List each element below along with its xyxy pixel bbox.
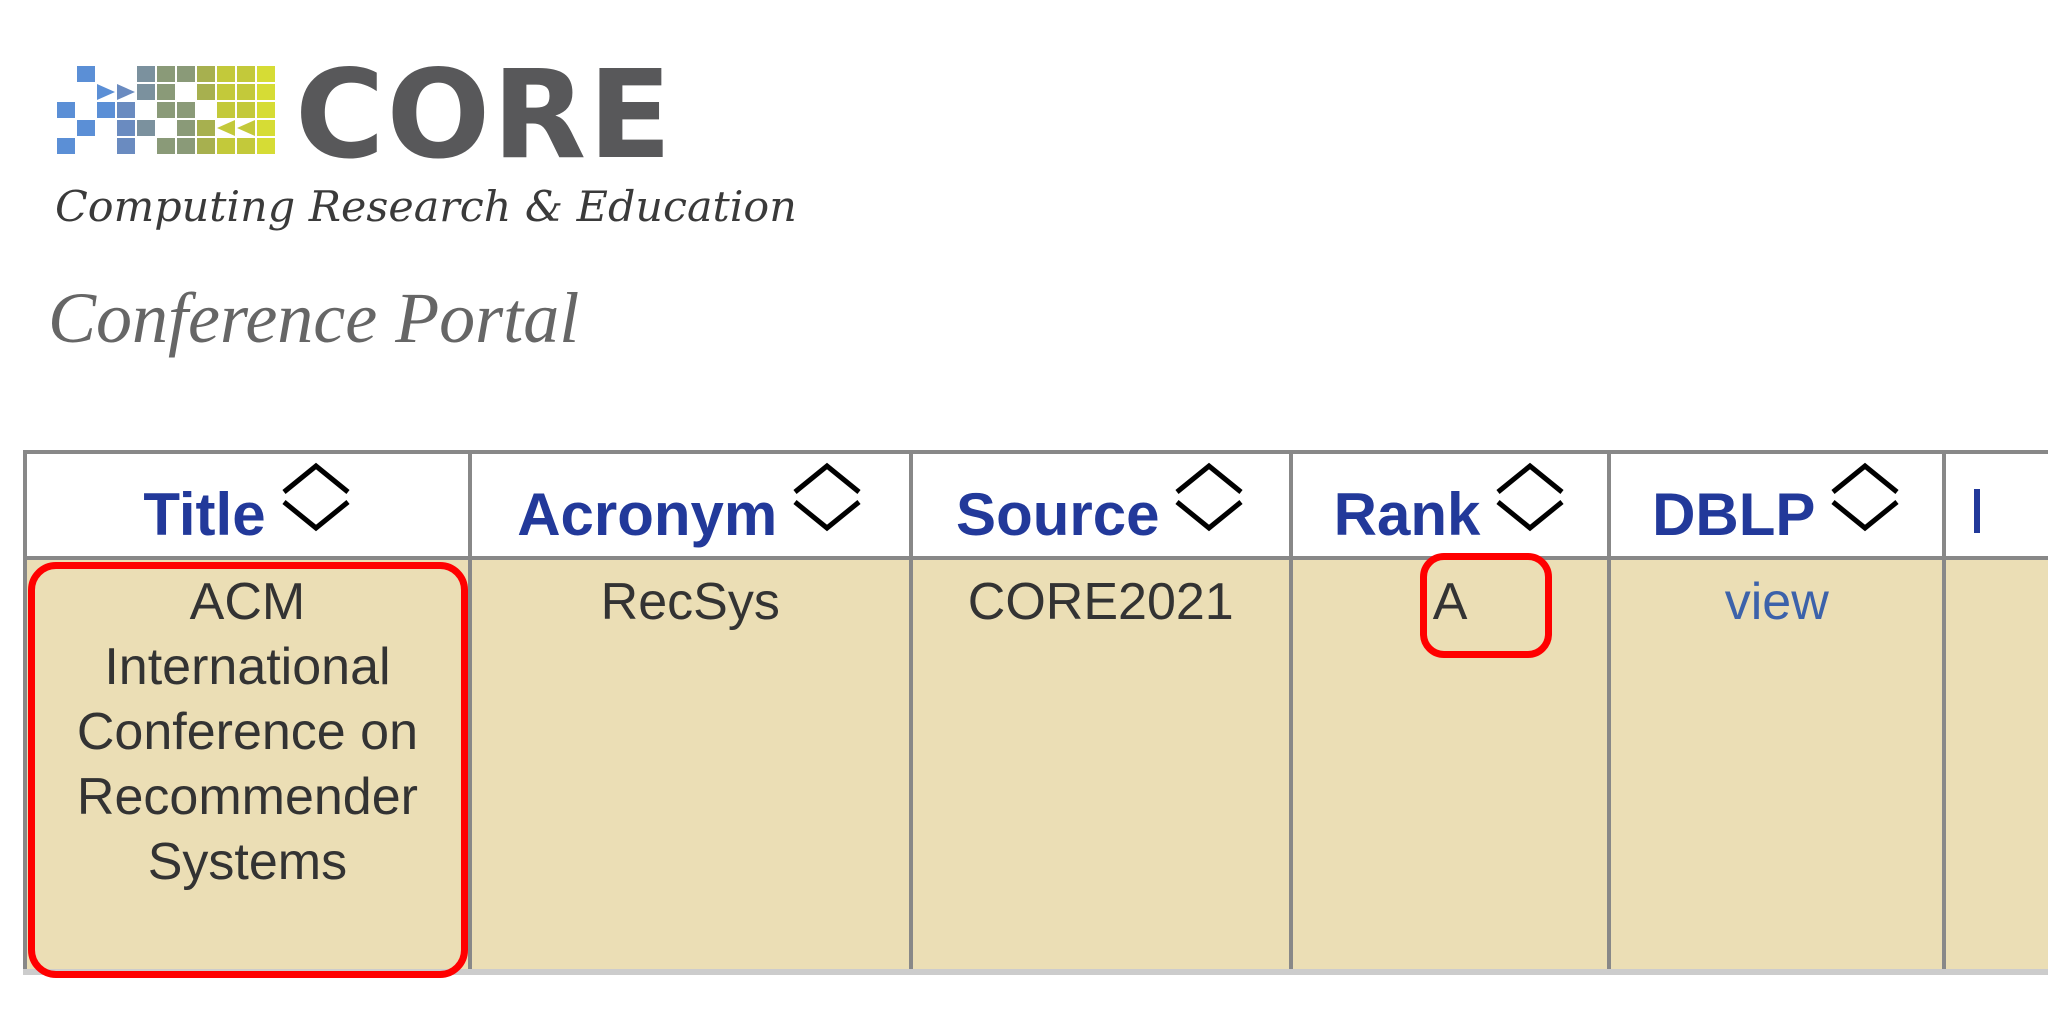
logo-mosaic-cell [117,120,135,136]
logo-mosaic-cell [177,66,195,82]
logo-mosaic-cell [177,120,195,136]
sort-icon[interactable] [280,462,352,532]
logo-mosaic-cell [197,120,215,136]
column-header-rank[interactable]: Rank [1288,450,1612,560]
column-header-truncated[interactable] [1942,450,2048,560]
logo-wordmark: CORE [295,44,674,186]
logo-mosaic-cell [237,66,255,82]
logo-mosaic-cell [217,102,235,118]
conference-rank: A [1432,573,1468,631]
logo-mosaic-cell [57,102,75,118]
dblp-view-link[interactable]: view [1725,560,1829,635]
sort-icon[interactable] [791,462,863,532]
conference-table: Title Acronym Source Rank DBLP ACM Inter… [23,450,2048,975]
column-header-label: Acronym [517,481,778,548]
logo-mosaic-cell [197,66,215,82]
conference-acronym: RecSys [600,573,780,631]
column-header-label: Rank [1333,481,1481,548]
logo-mosaic-cell [117,84,135,100]
logo-mosaic-cell [237,84,255,100]
logo-mosaic-cell [237,102,255,118]
sort-icon[interactable] [1829,462,1901,532]
conference-source: CORE2021 [967,573,1234,631]
cell-title: ACM International Conference on Recommen… [23,556,472,975]
logo-mosaic-cell [97,102,115,118]
logo-mosaic-cell [157,102,175,118]
logo-mosaic-cell [257,138,275,154]
column-header-label: Title [143,481,266,548]
column-header-source[interactable]: Source [908,450,1293,560]
logo-mosaic-cell [117,138,135,154]
logo-mosaic-cell [217,120,235,136]
logo-mosaic-cell [217,66,235,82]
logo-mosaic-cell [137,120,155,136]
conference-title: ACM International Conference on Recommen… [76,573,418,891]
logo-tagline: Computing Research & Education [55,182,797,231]
logo-mosaic-cell [157,66,175,82]
logo-mosaic-cell [117,102,135,118]
table-row: ACM International Conference on Recommen… [23,556,2048,975]
cell-rank: A [1288,556,1612,975]
logo-mosaic-cell [237,120,255,136]
logo-mosaic-cell [177,102,195,118]
page-title: Conference Portal [48,278,580,358]
truncated-header-glyph [1974,488,1981,533]
logo-mosaic-cell [257,84,275,100]
logo-mosaic-cell [217,138,235,154]
sort-icon[interactable] [1173,462,1245,532]
logo-mosaic-cell [137,66,155,82]
column-header-title[interactable]: Title [23,450,472,560]
cell-truncated [1942,556,2048,975]
logo-mosaic-cell [97,84,115,100]
logo-mosaic-cell [237,138,255,154]
logo-mosaic-cell [257,120,275,136]
logo-mosaic-cell [177,138,195,154]
logo-mosaic-cell [137,84,155,100]
column-header-acronym[interactable]: Acronym [467,450,913,560]
conference-table-container: Title Acronym Source Rank DBLP ACM Inter… [23,450,2048,975]
cell-acronym: RecSys [467,556,913,975]
logo-mosaic-cell [257,66,275,82]
logo-mosaic-cell [57,138,75,154]
logo-mosaic-cell [77,66,95,82]
logo-mosaic-cell [157,138,175,154]
logo-mosaic-cell [197,84,215,100]
core-logo[interactable]: CORE Computing Research & Education [55,54,797,245]
logo-mosaic-cell [217,84,235,100]
column-header-label: Source [956,481,1160,548]
cell-source: CORE2021 [908,556,1293,975]
truncated-cell-value [1946,560,2048,570]
cell-dblp: view [1607,556,1947,975]
sort-icon[interactable] [1494,462,1566,532]
logo-mosaic-cell [197,138,215,154]
logo-mosaic-icon [57,66,279,156]
logo-mosaic-cell [257,102,275,118]
table-header-row: Title Acronym Source Rank DBLP [23,450,2048,560]
column-header-label: DBLP [1652,481,1816,548]
logo-mosaic-cell [77,120,95,136]
column-header-dblp[interactable]: DBLP [1607,450,1947,560]
logo-mosaic-cell [157,84,175,100]
